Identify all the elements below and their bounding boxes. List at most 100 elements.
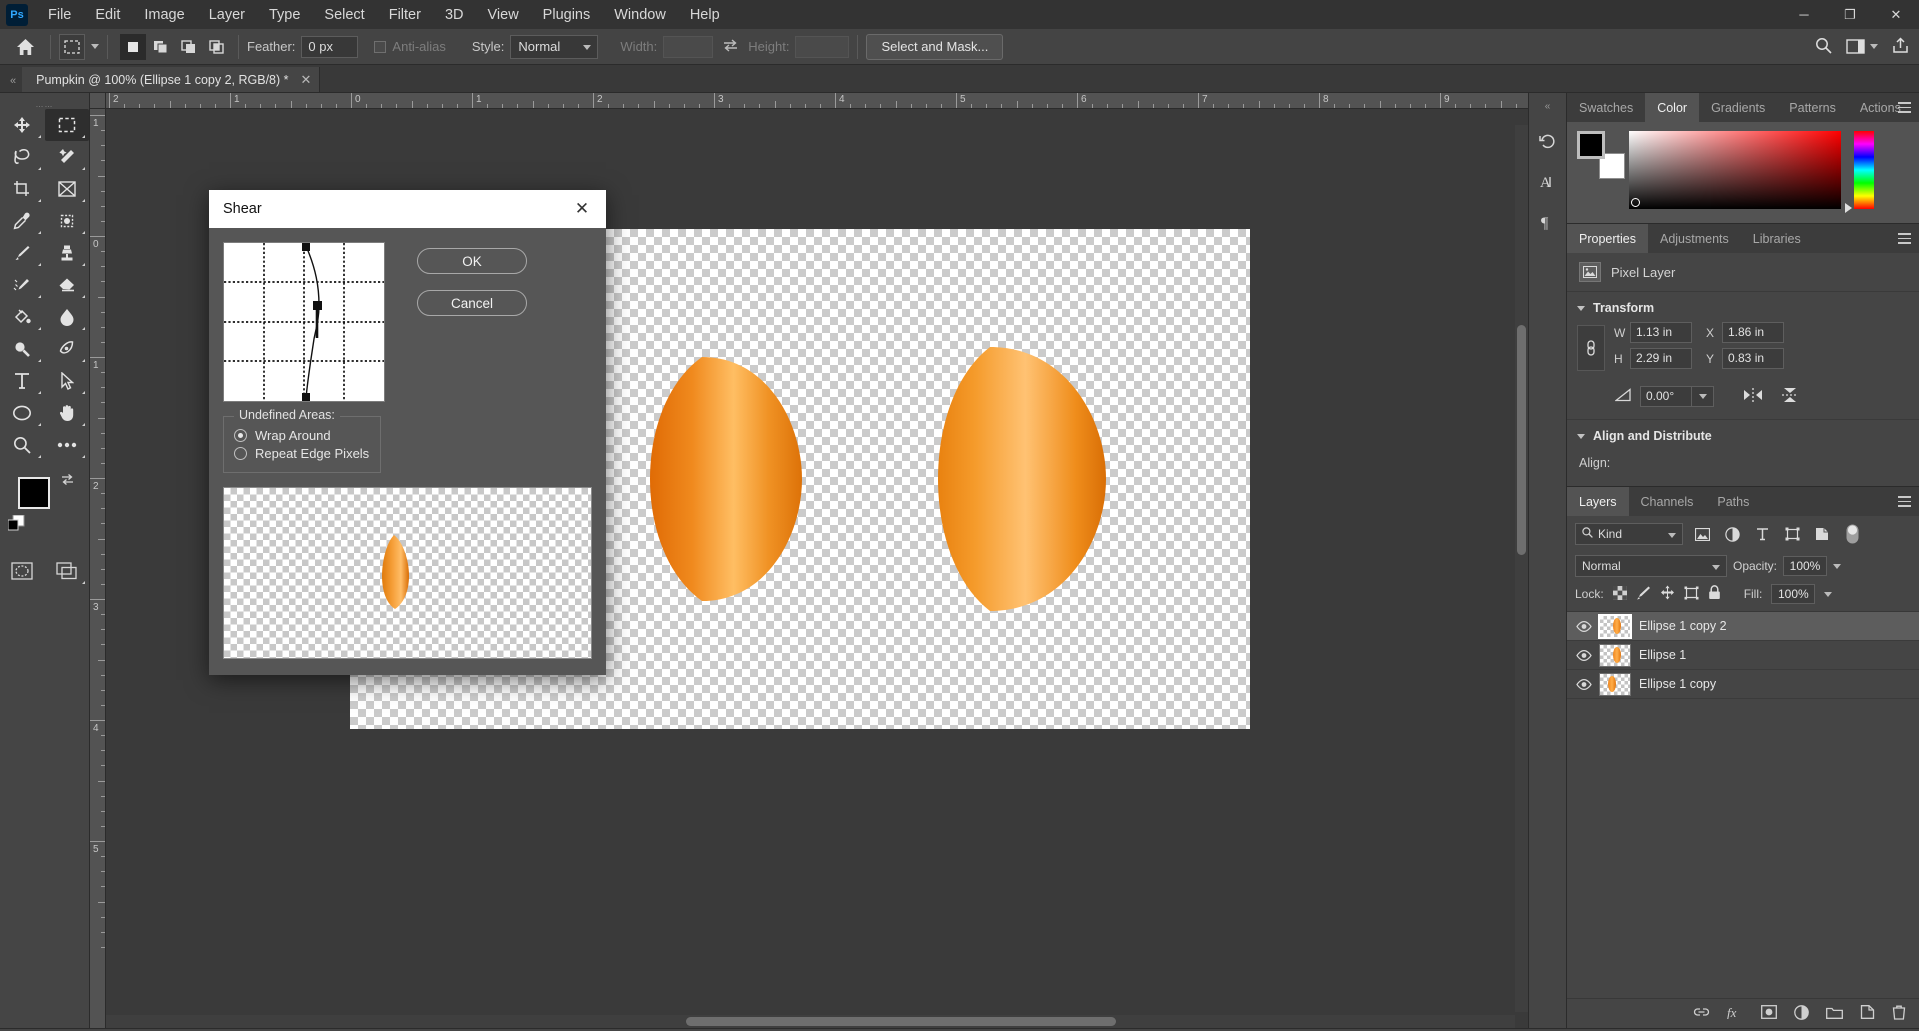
menu-window[interactable]: Window — [602, 3, 678, 27]
flip-vertical-icon[interactable] — [1780, 386, 1800, 407]
table-row[interactable]: Ellipse 1 — [1567, 641, 1919, 670]
link-layers-icon[interactable] — [1693, 1006, 1710, 1021]
layer-thumbnail[interactable] — [1599, 672, 1631, 696]
quick-mask-icon[interactable] — [0, 555, 45, 587]
layer-mask-icon[interactable] — [1761, 1005, 1777, 1022]
shear-dialog[interactable]: Shear ✕ OK Cancel Undefined Areas: Wrap … — [209, 190, 606, 675]
w-input[interactable]: 1.13 in — [1630, 322, 1692, 343]
radio-wrap-around[interactable]: Wrap Around — [234, 428, 370, 443]
share-icon[interactable] — [1892, 36, 1909, 57]
tab-gradients[interactable]: Gradients — [1699, 93, 1777, 122]
paragraph-icon[interactable]: ¶ — [1529, 202, 1566, 242]
table-row[interactable]: Ellipse 1 copy 2 — [1567, 612, 1919, 641]
canvas-vertical-scrollbar[interactable] — [1515, 125, 1528, 1012]
rectangular-marquee-tool[interactable] — [44, 109, 89, 141]
screen-mode-icon[interactable] — [45, 555, 90, 587]
subtract-from-selection-button[interactable] — [176, 33, 202, 60]
width-input[interactable] — [663, 35, 714, 58]
tab-layers[interactable]: Layers — [1567, 487, 1629, 516]
menu-edit[interactable]: Edit — [83, 3, 132, 27]
shear-handle-mid[interactable] — [313, 301, 322, 310]
color-picker-handle[interactable] — [1631, 198, 1640, 207]
tab-libraries[interactable]: Libraries — [1741, 224, 1813, 253]
new-group-icon[interactable] — [1826, 1006, 1843, 1022]
hue-slider[interactable] — [1845, 131, 1874, 213]
blend-mode-select[interactable]: Normal — [1575, 555, 1727, 577]
brush-tool[interactable] — [0, 237, 45, 269]
zoom-tool[interactable] — [0, 429, 45, 461]
collapse-right-icon[interactable]: « — [1529, 101, 1566, 112]
flip-horizontal-icon[interactable] — [1742, 387, 1764, 406]
hand-tool[interactable] — [45, 397, 90, 429]
anti-alias-checkbox[interactable]: Anti-alias — [374, 39, 451, 54]
style-select[interactable]: Normal — [510, 34, 599, 59]
scrollbar-thumb[interactable] — [1517, 325, 1526, 555]
tab-channels[interactable]: Channels — [1629, 487, 1706, 516]
eraser-tool[interactable] — [45, 269, 90, 301]
menu-plugins[interactable]: Plugins — [531, 3, 603, 27]
layer-name[interactable]: Ellipse 1 copy 2 — [1639, 619, 1727, 633]
radio-repeat-edge-pixels[interactable]: Repeat Edge Pixels — [234, 446, 370, 461]
menu-filter[interactable]: Filter — [377, 3, 433, 27]
frame-tool[interactable] — [45, 173, 90, 205]
angle-input[interactable]: 0.00° — [1640, 386, 1692, 407]
tab-color[interactable]: Color — [1645, 93, 1700, 122]
shear-curve[interactable] — [224, 243, 384, 401]
lock-artboard-icon[interactable] — [1684, 586, 1699, 603]
angle-dropdown-button[interactable] — [1692, 386, 1714, 407]
lock-image-pixels-icon[interactable] — [1636, 585, 1651, 603]
gradient-tool[interactable] — [0, 301, 45, 333]
layer-name[interactable]: Ellipse 1 copy — [1639, 677, 1716, 691]
new-selection-button[interactable] — [120, 33, 146, 60]
filter-smart-object-icon[interactable] — [1811, 523, 1833, 545]
menu-image[interactable]: Image — [132, 3, 196, 27]
color-ramp[interactable] — [1629, 131, 1841, 209]
move-tool[interactable] — [0, 109, 45, 141]
clone-stamp-tool[interactable] — [45, 237, 90, 269]
shear-handle-top[interactable] — [302, 243, 310, 251]
menu-view[interactable]: View — [476, 3, 531, 27]
filter-shape-icon[interactable] — [1781, 523, 1803, 545]
intersect-selection-button[interactable] — [204, 33, 230, 60]
layer-thumbnail[interactable] — [1598, 613, 1632, 639]
collapse-left-icon[interactable]: « — [10, 75, 22, 92]
close-button[interactable]: ✕ — [1873, 0, 1919, 29]
history-icon[interactable] — [1529, 122, 1566, 162]
ellipse-tool[interactable] — [0, 397, 45, 429]
fill-dropdown-icon[interactable] — [1824, 591, 1833, 597]
layer-visibility-icon[interactable] — [1573, 620, 1595, 632]
layer-visibility-icon[interactable] — [1573, 678, 1595, 690]
fill-input[interactable]: 100% — [1771, 584, 1816, 604]
layer-name[interactable]: Ellipse 1 — [1639, 648, 1686, 662]
dodge-tool[interactable] — [0, 333, 45, 365]
height-input[interactable] — [795, 35, 850, 58]
filter-pixel-icon[interactable] — [1691, 523, 1713, 545]
select-and-mask-button[interactable]: Select and Mask... — [866, 33, 1004, 60]
document-tab[interactable]: Pumpkin @ 100% (Ellipse 1 copy 2, RGB/8)… — [22, 67, 321, 92]
x-input[interactable]: 1.86 in — [1722, 322, 1784, 343]
y-input[interactable]: 0.83 in — [1722, 348, 1784, 369]
ok-button[interactable]: OK — [417, 248, 527, 274]
vertical-ruler[interactable]: 1 0 1 2 3 4 5 — [90, 109, 106, 1028]
history-brush-tool[interactable] — [0, 269, 45, 301]
path-selection-tool[interactable] — [45, 365, 90, 397]
add-to-selection-button[interactable] — [148, 33, 174, 60]
workspace-icon[interactable] — [1846, 39, 1878, 54]
lock-position-icon[interactable] — [1660, 585, 1675, 603]
lasso-tool[interactable] — [0, 141, 45, 173]
delete-layer-icon[interactable] — [1892, 1005, 1906, 1023]
tab-properties[interactable]: Properties — [1567, 224, 1648, 253]
panel-menu-icon[interactable] — [1898, 233, 1911, 247]
home-icon[interactable] — [8, 32, 42, 62]
blur-tool[interactable] — [45, 301, 90, 333]
foreground-color-swatch[interactable] — [18, 477, 50, 509]
lock-all-icon[interactable] — [1708, 585, 1721, 603]
menu-select[interactable]: Select — [312, 3, 376, 27]
menu-type[interactable]: Type — [257, 3, 312, 27]
feather-input[interactable]: 0 px — [301, 35, 359, 58]
close-tab-icon[interactable]: ✕ — [301, 72, 312, 88]
menu-3d[interactable]: 3D — [433, 3, 476, 27]
shear-curve-grid[interactable] — [223, 242, 385, 402]
search-icon[interactable] — [1815, 37, 1832, 57]
opacity-dropdown-icon[interactable] — [1833, 563, 1842, 569]
